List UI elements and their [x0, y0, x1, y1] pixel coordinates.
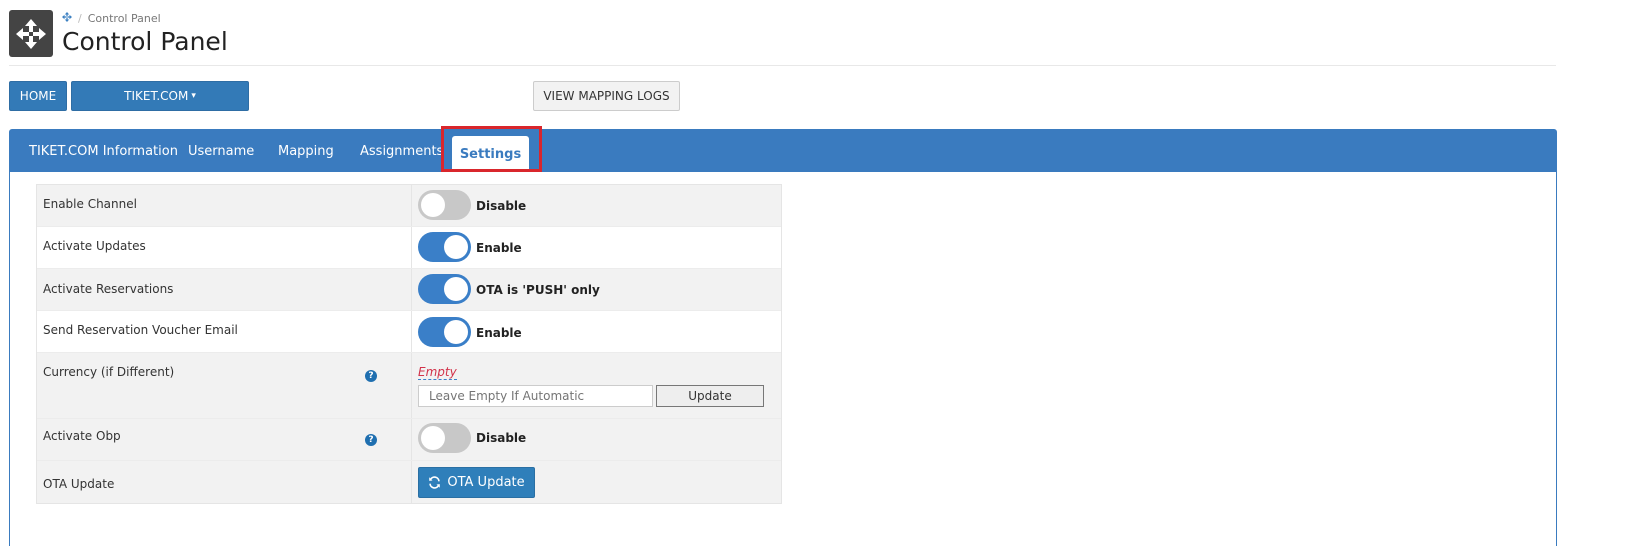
help-icon[interactable]: ?	[365, 370, 377, 382]
tiket-dropdown-button[interactable]: TIKET.COM ▾	[71, 81, 249, 111]
setting-value: Empty Update	[411, 353, 781, 418]
setting-value: OTA is 'PUSH' only	[411, 269, 781, 310]
refresh-icon	[429, 476, 441, 489]
breadcrumb-current: Control Panel	[87, 12, 161, 25]
currency-update-button[interactable]: Update	[656, 385, 764, 407]
ota-update-label: OTA Update	[43, 477, 115, 491]
tab-username[interactable]: Username	[188, 130, 254, 172]
setting-row-currency: Currency (if Different) ? Empty Update	[37, 353, 781, 419]
tab-label: Mapping	[278, 143, 334, 159]
page-title: Control Panel	[62, 27, 228, 56]
breadcrumb-separator: /	[78, 12, 82, 25]
setting-row-activate-obp: Activate Obp ? Disable	[37, 419, 781, 461]
ota-update-button[interactable]: OTA Update	[418, 467, 535, 498]
setting-row-send-voucher: Send Reservation Voucher Email Enable	[37, 311, 781, 353]
setting-label: Activate Obp ?	[37, 419, 411, 460]
view-mapping-logs-label: VIEW MAPPING LOGS	[543, 89, 670, 103]
toggle-knob	[421, 193, 445, 217]
activate-reservations-label: Activate Reservations	[43, 282, 174, 296]
activate-obp-label: Activate Obp	[43, 429, 121, 443]
activate-updates-status: Enable	[476, 241, 522, 255]
enable-channel-toggle[interactable]	[418, 190, 471, 220]
home-button[interactable]: HOME	[9, 81, 67, 111]
setting-row-activate-updates: Activate Updates Enable	[37, 227, 781, 269]
activate-obp-toggle[interactable]	[418, 423, 471, 453]
settings-table: Enable Channel Disable Activate Updates …	[36, 184, 782, 504]
tab-bar: TIKET.COM Information Username Mapping A…	[10, 130, 1556, 172]
toggle-knob	[421, 426, 445, 450]
activate-reservations-status: OTA is 'PUSH' only	[476, 283, 600, 297]
setting-label: Currency (if Different) ?	[37, 353, 411, 418]
toggle-knob	[444, 320, 468, 344]
tab-label: Settings	[459, 146, 522, 162]
ota-update-button-label: OTA Update	[447, 475, 525, 490]
currency-input[interactable]	[418, 385, 653, 407]
update-button-label: Update	[688, 389, 732, 403]
header-divider	[9, 65, 1556, 66]
home-button-label: HOME	[19, 89, 57, 103]
enable-channel-label: Enable Channel	[43, 197, 137, 211]
currency-label: Currency (if Different)	[43, 365, 175, 379]
tab-label: Assignments	[360, 143, 444, 159]
breadcrumb: / Control Panel	[62, 12, 161, 25]
tab-mapping[interactable]: Mapping	[278, 130, 334, 172]
view-mapping-logs-button[interactable]: VIEW MAPPING LOGS	[533, 81, 680, 111]
tab-tiket-information[interactable]: TIKET.COM Information	[29, 130, 178, 172]
setting-label: Activate Reservations	[37, 269, 411, 310]
help-icon[interactable]: ?	[365, 434, 377, 446]
setting-row-activate-reservations: Activate Reservations OTA is 'PUSH' only	[37, 269, 781, 311]
setting-value: Disable	[411, 419, 781, 460]
send-voucher-label: Send Reservation Voucher Email	[43, 323, 238, 337]
setting-value: Enable	[411, 311, 781, 352]
caret-down-icon: ▾	[191, 91, 196, 101]
setting-label: Enable Channel	[37, 185, 411, 226]
move-arrows-icon[interactable]	[62, 12, 72, 25]
activate-updates-label: Activate Updates	[43, 239, 146, 253]
tab-settings[interactable]: Settings	[452, 136, 529, 172]
tab-assignments[interactable]: Assignments	[360, 130, 443, 172]
send-voucher-status: Enable	[476, 326, 522, 340]
setting-row-ota-update: OTA Update OTA Update	[37, 461, 781, 503]
currency-empty-link[interactable]: Empty	[418, 365, 457, 380]
activate-reservations-toggle[interactable]	[418, 274, 471, 304]
tiket-dropdown-label: TIKET.COM	[124, 89, 189, 103]
setting-label: OTA Update	[37, 461, 411, 503]
toggle-knob	[444, 235, 468, 259]
setting-value: Disable	[411, 185, 781, 226]
setting-value: OTA Update	[411, 461, 781, 503]
setting-row-enable-channel: Enable Channel Disable	[37, 185, 781, 227]
send-voucher-toggle[interactable]	[418, 317, 471, 347]
toggle-knob	[444, 277, 468, 301]
logo	[9, 10, 53, 57]
tab-label: Username	[188, 143, 255, 159]
setting-value: Enable	[411, 227, 781, 268]
setting-label: Activate Updates	[37, 227, 411, 268]
tab-label: TIKET.COM Information	[29, 143, 178, 159]
activate-updates-toggle[interactable]	[418, 232, 471, 262]
activate-obp-status: Disable	[476, 431, 527, 445]
move-arrows-icon	[16, 18, 46, 49]
setting-label: Send Reservation Voucher Email	[37, 311, 411, 352]
enable-channel-status: Disable	[476, 199, 527, 213]
